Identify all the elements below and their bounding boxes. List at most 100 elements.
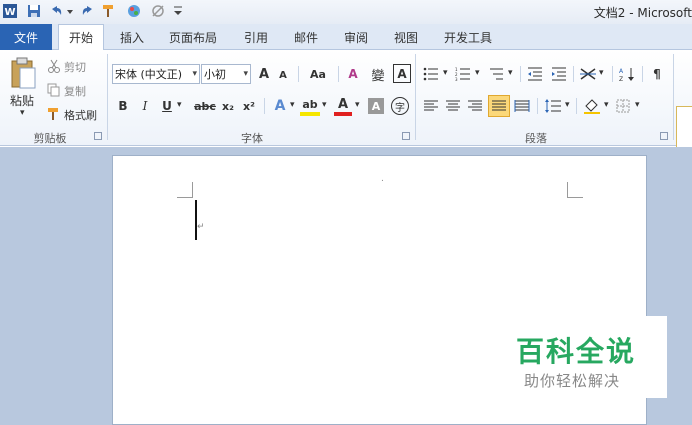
cut-label[interactable]: 剪切	[64, 59, 86, 75]
italic-button[interactable]: I	[138, 96, 152, 116]
divider	[537, 98, 538, 114]
font-size-value: 小初	[204, 68, 226, 81]
font-launcher-icon[interactable]	[402, 132, 410, 140]
tab-insert[interactable]: 插入	[112, 24, 152, 50]
color-icon[interactable]	[126, 3, 142, 19]
borders-icon[interactable]	[614, 96, 632, 116]
format-painter-label[interactable]: 格式刷	[64, 107, 97, 123]
font-color-dropdown-icon[interactable]: ▾	[355, 100, 360, 110]
watermark: 百科全说 助你轻松解决	[500, 316, 667, 398]
multilevel-dropdown-icon[interactable]: ▾	[508, 68, 513, 78]
margin-corner-top-right	[567, 182, 583, 198]
text-effects-button[interactable]: A	[270, 96, 290, 116]
borders-dropdown-icon[interactable]: ▾	[635, 100, 640, 110]
undo-dropdown-icon[interactable]	[66, 3, 74, 19]
enclose-characters-button[interactable]: 字	[391, 97, 409, 115]
tab-references[interactable]: 引用	[236, 24, 276, 50]
chinese-layout-icon[interactable]	[578, 64, 598, 84]
customize-icon[interactable]	[172, 3, 184, 19]
line-spacing-icon[interactable]	[543, 96, 563, 116]
character-shading-button[interactable]: A	[368, 98, 384, 114]
subscript-button[interactable]: x₂	[219, 96, 237, 116]
numbering-dropdown-icon[interactable]: ▾	[475, 68, 480, 78]
sort-icon[interactable]: AZ	[618, 64, 636, 84]
format-painter-brush-icon[interactable]	[46, 106, 62, 122]
bullets-dropdown-icon[interactable]: ▾	[443, 68, 448, 78]
svg-text:W: W	[4, 7, 15, 18]
group-divider	[415, 54, 416, 140]
show-marks-icon[interactable]: ¶	[648, 64, 666, 84]
text-effects-dropdown-icon[interactable]: ▾	[290, 100, 295, 110]
divider	[573, 66, 574, 82]
tab-file[interactable]: 文件	[0, 24, 52, 50]
svg-text:Z: Z	[619, 76, 623, 82]
font-name-select[interactable]: 宋体 (中文正) ▾	[112, 64, 200, 84]
clipboard-launcher-icon[interactable]	[94, 132, 102, 140]
svg-text:3: 3	[455, 77, 458, 81]
align-left-icon[interactable]	[422, 96, 440, 116]
change-case-button[interactable]: Aa	[304, 64, 332, 84]
divider	[642, 66, 643, 82]
font-size-select[interactable]: 小初 ▾	[201, 64, 251, 84]
align-right-icon[interactable]	[466, 96, 484, 116]
clear-formatting-button[interactable]: A	[344, 64, 362, 84]
chinese-layout-dropdown-icon[interactable]: ▾	[599, 68, 604, 78]
tab-review[interactable]: 审阅	[336, 24, 376, 50]
shading-dropdown-icon[interactable]: ▾	[604, 100, 609, 110]
underline-dropdown-icon[interactable]: ▾	[177, 100, 182, 110]
divider	[264, 98, 265, 114]
title-bar: W 文档2 - Microsoft	[0, 0, 692, 24]
paste-button[interactable]	[6, 54, 40, 94]
save-icon[interactable]	[26, 3, 42, 19]
align-center-icon[interactable]	[444, 96, 462, 116]
justify-icon[interactable]	[488, 95, 510, 117]
word-app-icon[interactable]: W	[2, 3, 18, 19]
shading-icon[interactable]	[582, 96, 602, 116]
multilevel-list-icon[interactable]	[487, 64, 505, 84]
watermark-title: 百科全说	[516, 335, 637, 368]
copy-label[interactable]: 复制	[64, 83, 86, 99]
paste-icon	[11, 57, 36, 89]
redo-icon[interactable]	[80, 3, 96, 19]
margin-corner-top-left	[177, 182, 193, 198]
distributed-icon[interactable]	[513, 96, 531, 116]
divider	[338, 66, 339, 82]
format-painter-icon[interactable]	[100, 3, 116, 19]
paragraph-group-label: 段落	[525, 132, 547, 145]
strikethrough-button[interactable]: abc	[193, 96, 217, 116]
font-color-button[interactable]: A	[334, 96, 352, 116]
numbering-icon[interactable]: 123	[454, 64, 472, 84]
svg-text:A: A	[619, 68, 624, 75]
superscript-button[interactable]: x²	[240, 96, 258, 116]
paragraph-launcher-icon[interactable]	[660, 132, 668, 140]
tab-developer[interactable]: 开发工具	[436, 24, 500, 50]
tab-page-layout[interactable]: 页面布局	[164, 24, 222, 50]
ribbon-tabs: 文件 开始 插入 页面布局 引用 邮件 审阅 视图 开发工具	[0, 24, 692, 51]
copy-icon[interactable]	[46, 82, 62, 98]
tab-home[interactable]: 开始	[58, 24, 104, 51]
underline-button[interactable]: U	[160, 96, 174, 116]
line-spacing-dropdown-icon[interactable]: ▾	[565, 100, 570, 110]
undo-icon[interactable]	[48, 3, 64, 19]
group-divider	[107, 54, 108, 140]
clear-format-icon[interactable]	[150, 3, 166, 19]
paste-dropdown-icon[interactable]: ▾	[20, 108, 25, 118]
highlight-dropdown-icon[interactable]: ▾	[322, 100, 327, 110]
tab-view[interactable]: 视图	[386, 24, 426, 50]
paste-label: 粘贴	[10, 94, 35, 108]
phonetic-guide-button[interactable]: 變	[368, 64, 388, 84]
group-divider	[673, 54, 674, 140]
divider	[520, 66, 521, 82]
window-title: 文档2 - Microsoft	[593, 6, 692, 20]
increase-indent-icon[interactable]	[550, 64, 568, 84]
bullets-icon[interactable]	[422, 64, 440, 84]
tab-mailings[interactable]: 邮件	[286, 24, 326, 50]
bold-button[interactable]: B	[116, 96, 130, 116]
divider	[298, 66, 299, 82]
decrease-indent-icon[interactable]	[526, 64, 544, 84]
shrink-font-button[interactable]: A	[276, 66, 290, 84]
character-border-button[interactable]: A	[393, 64, 411, 83]
cut-icon[interactable]	[46, 58, 62, 74]
grow-font-button[interactable]: A	[256, 64, 272, 84]
highlight-button[interactable]: ab	[300, 96, 320, 116]
